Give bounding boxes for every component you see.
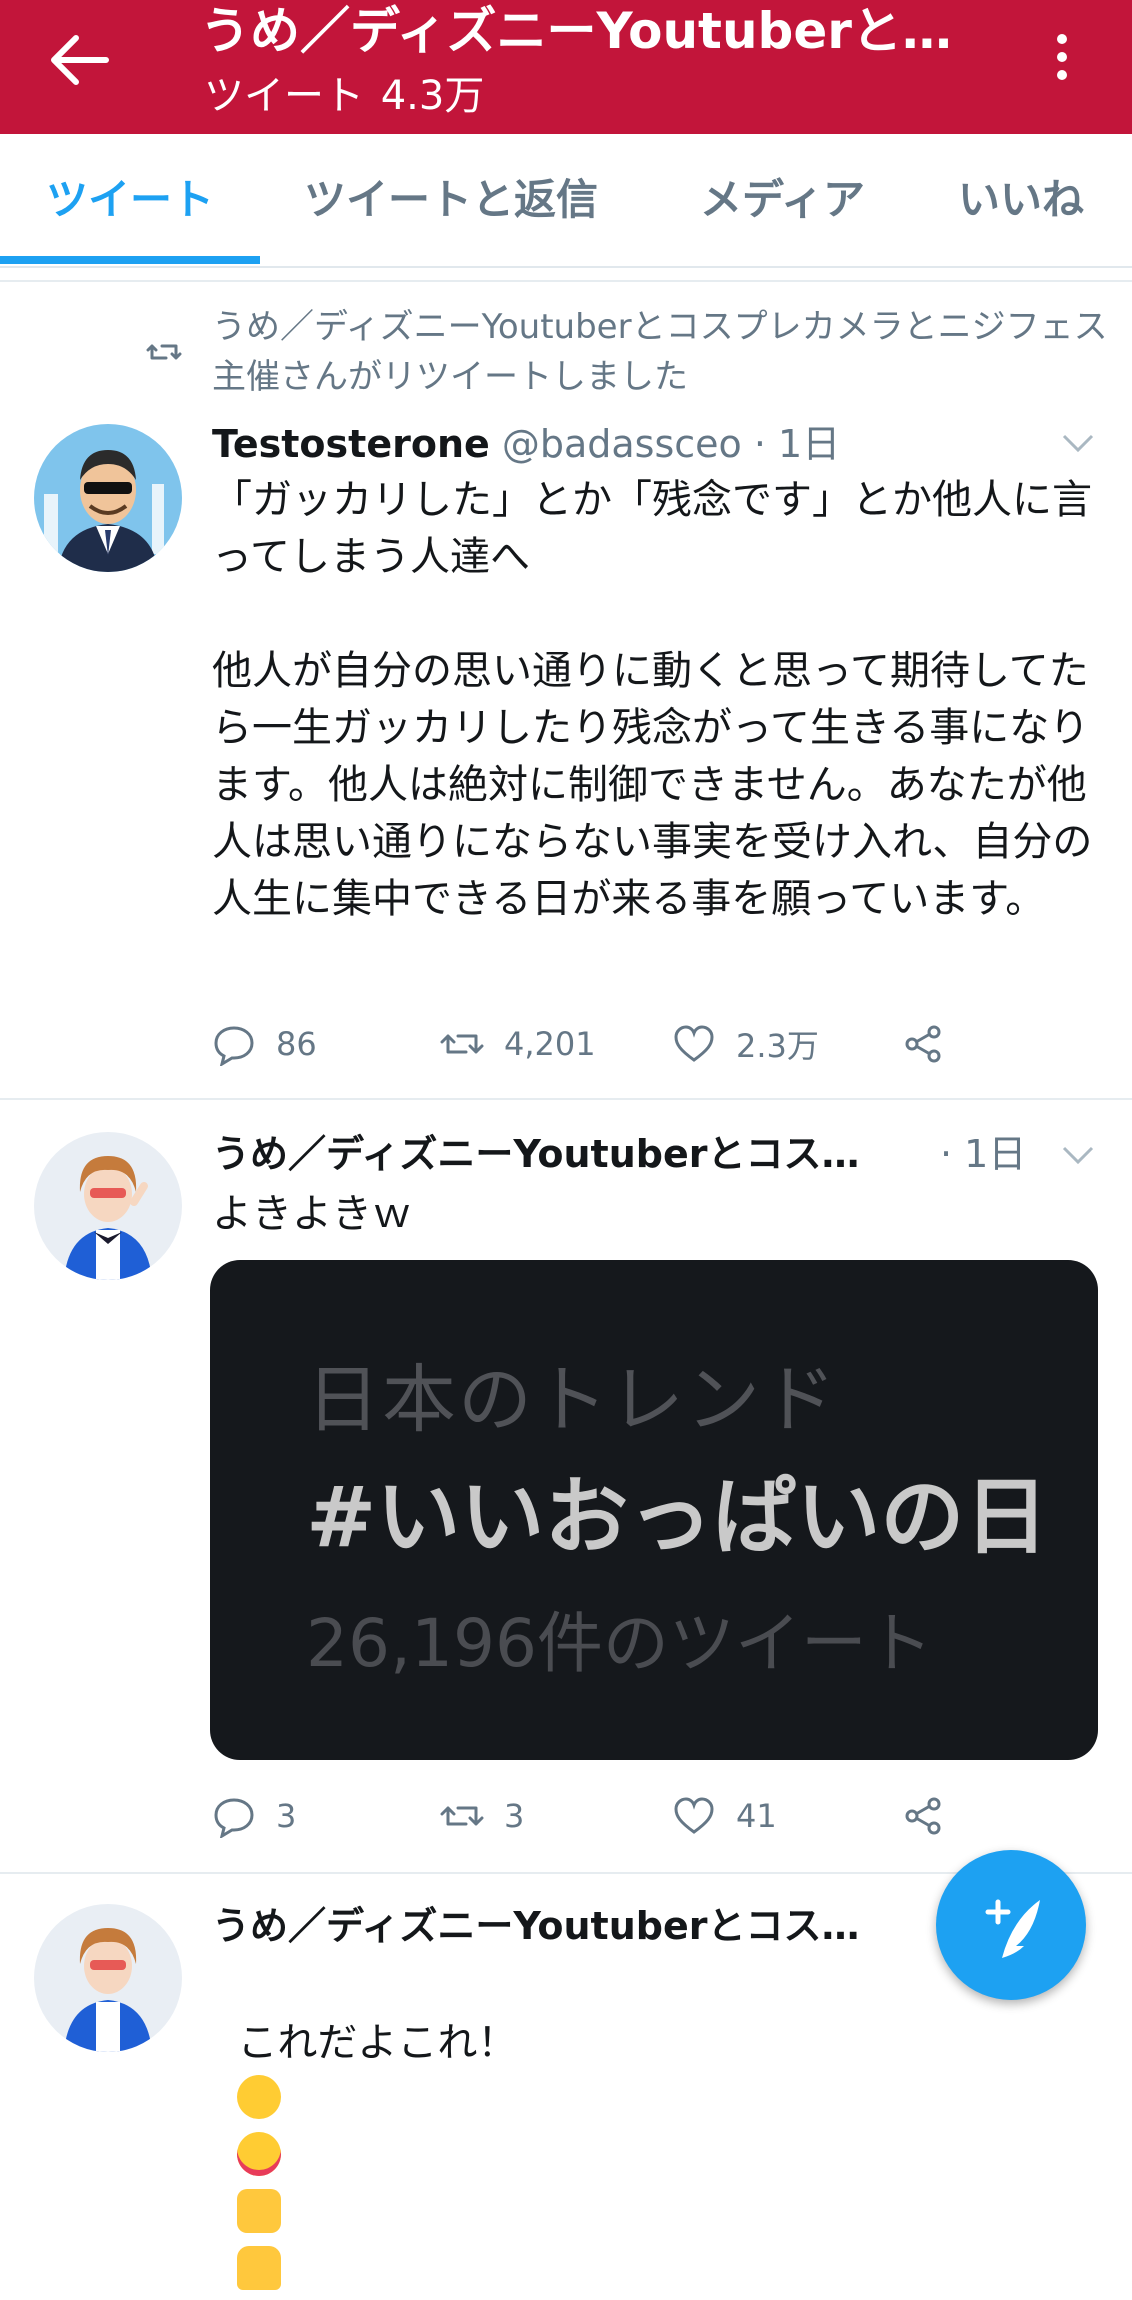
chevron-down-icon[interactable]	[1058, 428, 1098, 458]
tweet-text: これだよこれ！	[212, 1958, 1112, 2300]
retweet-icon	[440, 1806, 484, 1826]
heart-icon	[674, 1797, 714, 1834]
share-button[interactable]	[902, 1786, 966, 1846]
heart-eyes-face-icon	[237, 2132, 282, 2176]
reply-count: 3	[276, 1797, 297, 1835]
tab-media[interactable]: メディア	[700, 134, 865, 266]
avatar[interactable]	[34, 1904, 182, 2052]
tweet-header: うめ／ディズニーYoutuberとコス…	[212, 1128, 859, 1180]
reply-icon	[214, 1798, 254, 1838]
author-name[interactable]: Testosterone	[212, 422, 490, 466]
tweet-header: うめ／ディズニーYoutuberとコス…	[212, 1900, 859, 1952]
victory-hand-icon	[237, 2246, 282, 2290]
author-handle: @badassceo · 1日	[501, 422, 841, 466]
share-button[interactable]	[902, 1014, 966, 1074]
top-app-bar: うめ／ディズニーYoutuberと… ツイート 4.3万	[0, 0, 1132, 134]
retweet-icon	[440, 1034, 484, 1054]
compose-feather-icon	[985, 1899, 1040, 1958]
retweet-button[interactable]: 3	[440, 1786, 524, 1846]
tweet-count: ツイート 4.3万	[200, 68, 484, 124]
tab-likes[interactable]: いいね	[958, 134, 1084, 266]
retweet-count: 4,201	[504, 1025, 596, 1063]
reply-count: 86	[276, 1025, 317, 1063]
tweet-count-label: ツイート	[204, 73, 364, 119]
back-arrow-icon[interactable]	[44, 30, 114, 90]
retweet-notice: うめ／ディズニーYoutuberとコスプレカメラとニジフェス主催さんがリツイート…	[212, 307, 1108, 397]
tweet-media-image[interactable]: 日本のトレンド #いいおっぱいの日 26,196件のツイート	[210, 1260, 1098, 1760]
compose-tweet-button[interactable]	[936, 1850, 1086, 2000]
author-name[interactable]: うめ／ディズニーYoutuberとコス…	[212, 1132, 859, 1176]
tweet-text: よきよきｗ	[212, 1191, 412, 1237]
share-icon	[905, 1025, 941, 1063]
avatar[interactable]	[34, 1132, 182, 1280]
tweet-header: Testosterone @badassceo · 1日	[212, 418, 840, 470]
tweet-text: 「ガッカリした」とか「残念です」とか他人に言ってしまう人達へ 他人が自分の思い通…	[212, 477, 1093, 922]
active-tab-indicator	[0, 256, 260, 264]
like-button[interactable]: 41	[672, 1786, 777, 1846]
more-options-icon[interactable]	[1040, 28, 1084, 92]
tweet-actions: 3 3 41	[212, 1786, 1112, 1846]
profile-title: うめ／ディズニーYoutuberと…	[200, 2, 952, 60]
profile-tabs: ツイート ツイートと返信 メディア いいね	[0, 134, 1132, 268]
like-count: 2.3万	[736, 1027, 819, 1065]
tweet-actions: 86 4,201 2.3万	[212, 1014, 1112, 1074]
avatar[interactable]	[34, 424, 182, 572]
media-caption-count: 26,196件のツイート	[306, 1605, 933, 1682]
grinning-squinting-face-icon	[237, 2075, 282, 2119]
media-caption-trend: 日本のトレンド	[306, 1357, 838, 1443]
reply-button[interactable]: 86	[212, 1014, 317, 1074]
like-button[interactable]: 2.3万	[672, 1014, 819, 1074]
thumbs-up-icon	[237, 2189, 282, 2233]
retweet-count: 3	[504, 1797, 525, 1835]
reply-button[interactable]: 3	[212, 1786, 296, 1846]
tweet-count-value: 4.3万	[380, 73, 485, 119]
share-icon	[905, 1797, 941, 1835]
media-caption-hashtag: #いいおっぱいの日	[306, 1468, 1049, 1566]
retweet-icon	[146, 344, 182, 360]
heart-icon	[674, 1025, 714, 1062]
reply-icon	[214, 1026, 254, 1066]
tab-tweets-and-replies[interactable]: ツイートと返信	[304, 134, 598, 266]
chevron-down-icon[interactable]	[1058, 1140, 1098, 1170]
retweet-button[interactable]: 4,201	[440, 1014, 596, 1074]
tab-tweets[interactable]: ツイート	[46, 134, 214, 266]
author-name[interactable]: うめ／ディズニーYoutuberとコス…	[212, 1904, 859, 1948]
tweet-text-body: これだよこれ！	[237, 2020, 518, 2066]
divider	[0, 280, 1132, 282]
like-count: 41	[736, 1797, 777, 1835]
divider	[0, 1098, 1132, 1100]
tweet-time: · 1日	[940, 1132, 1027, 1176]
